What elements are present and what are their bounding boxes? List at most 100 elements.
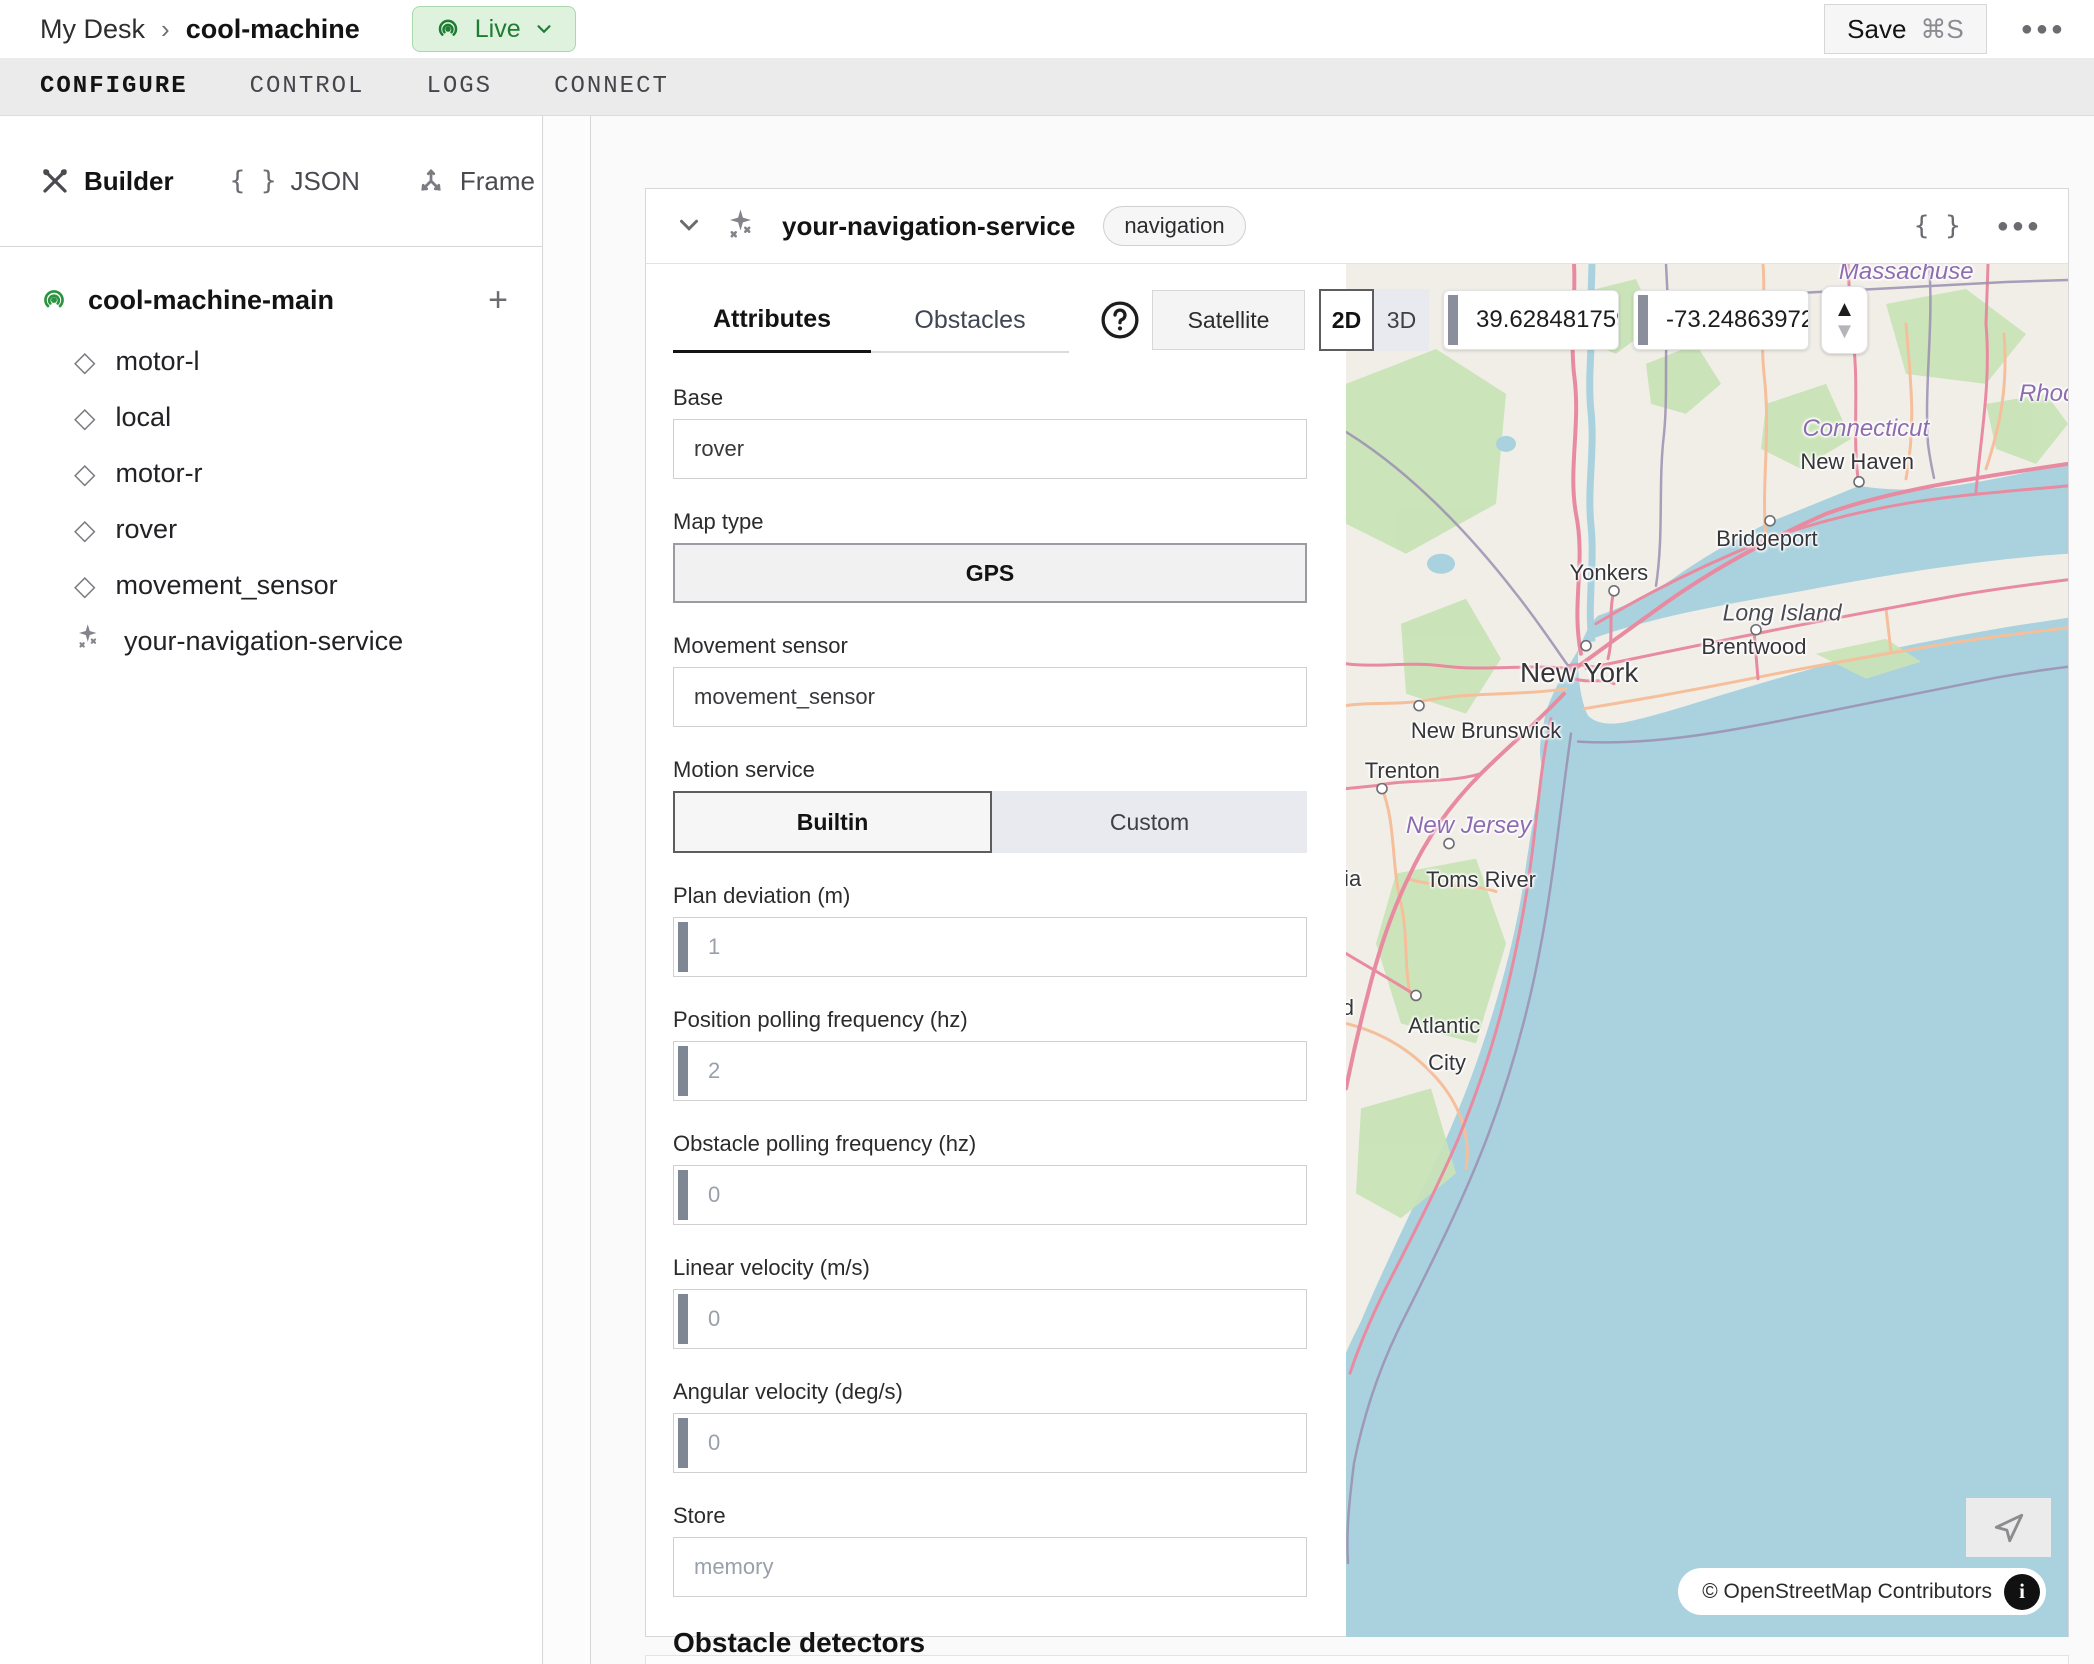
- map-place-label: Trenton: [1365, 758, 1440, 784]
- zoom-in-arrow-icon[interactable]: ▲: [1834, 298, 1856, 320]
- map-place-label: Rhode Island: [2019, 380, 2068, 408]
- main-tab[interactable]: CONFIGURE: [40, 73, 188, 100]
- longitude-input[interactable]: [1633, 290, 1809, 350]
- tree-item[interactable]: ◇ local: [0, 389, 542, 445]
- map-place-label: New Jersey: [1406, 812, 1531, 840]
- base-field: Base: [673, 385, 1308, 479]
- card-more-options-icon[interactable]: ●●●: [1997, 215, 2042, 238]
- tree-item[interactable]: ◇ movement_sensor: [0, 557, 542, 613]
- help-icon[interactable]: [1098, 298, 1142, 342]
- card-header: your-navigation-service navigation { } ●…: [646, 189, 2068, 264]
- obstacle-polling-input[interactable]: [673, 1165, 1307, 1225]
- angular-velocity-field: Angular velocity (deg/s): [673, 1379, 1308, 1473]
- machine-live-icon: [38, 284, 70, 316]
- motion-service-segmented: Builtin Custom: [673, 791, 1307, 853]
- topbar-actions: Save ⌘S ●●●: [1824, 4, 2066, 54]
- tree-item-label: local: [116, 402, 172, 433]
- plan-deviation-label: Plan deviation (m): [673, 883, 1308, 909]
- satellite-toggle-button[interactable]: Satellite: [1152, 290, 1305, 350]
- zoom-stepper[interactable]: ▲ ▼: [1821, 286, 1868, 354]
- longitude-field: [1633, 290, 1809, 350]
- map-place-label: Bridgeport: [1716, 526, 1818, 552]
- frame-axes-icon: [416, 166, 446, 196]
- map-attribution: © OpenStreetMap Contributors i: [1678, 1568, 2046, 1615]
- tree-item[interactable]: ◇ your-navigation-service: [0, 613, 542, 669]
- live-broadcast-icon: [433, 14, 463, 44]
- tree-item[interactable]: ◇ motor-l: [0, 333, 542, 389]
- tree-item[interactable]: ◇ rover: [0, 501, 542, 557]
- machine-part-tree: cool-machine-main + ◇ motor-l: [0, 247, 542, 669]
- view-tab[interactable]: { } Frame: [416, 166, 535, 197]
- map-labels-layer: MassachuseRhode IslandConnecticutNew Hav…: [1346, 264, 2068, 1637]
- map-place-label: Yonkers: [1569, 560, 1648, 586]
- panel-tab[interactable]: Attributes: [673, 289, 871, 353]
- angular-velocity-label: Angular velocity (deg/s): [673, 1379, 1308, 1405]
- view-tab[interactable]: { } Builder: [40, 166, 174, 197]
- movement-sensor-label: Movement sensor: [673, 633, 1308, 659]
- position-polling-label: Position polling frequency (hz): [673, 1007, 1308, 1033]
- component-diamond-icon: ◇: [74, 569, 96, 602]
- tree-item-label: your-navigation-service: [124, 626, 403, 657]
- card-body: Satellite 2D 3D ▲ ▼ AttributesObstacle: [646, 264, 2068, 1637]
- map-place-label: Vineland: [1346, 995, 1354, 1021]
- zoom-out-arrow-icon[interactable]: ▼: [1834, 320, 1856, 342]
- main-tab[interactable]: CONNECT: [554, 73, 669, 100]
- map-place-label: Philadelphia: [1346, 866, 1361, 892]
- store-field: Store: [673, 1503, 1308, 1597]
- collapse-chevron-icon[interactable]: [672, 209, 706, 243]
- tree-items: ◇ motor-l ◇: [0, 333, 542, 669]
- live-label: Live: [475, 15, 521, 44]
- tree-root-main-part[interactable]: cool-machine-main +: [0, 275, 542, 325]
- main-tabbar: CONFIGURE CONTROL LOGS CONNECT: [0, 58, 2094, 116]
- angular-velocity-input[interactable]: [673, 1413, 1307, 1473]
- main-tab[interactable]: LOGS: [426, 73, 492, 100]
- view-tab-label: Builder: [84, 166, 174, 197]
- custom-option[interactable]: Custom: [992, 791, 1307, 853]
- breadcrumb-separator-icon: ›: [161, 14, 170, 45]
- linear-velocity-input[interactable]: [673, 1289, 1307, 1349]
- latitude-input[interactable]: [1443, 290, 1619, 350]
- map-2d-button[interactable]: 2D: [1319, 289, 1374, 351]
- map-3d-button[interactable]: 3D: [1374, 289, 1429, 351]
- panel-tab[interactable]: Obstacles: [871, 289, 1069, 353]
- builtin-option[interactable]: Builtin: [673, 791, 992, 853]
- map-controls-row: Satellite 2D 3D ▲ ▼: [1098, 289, 1868, 351]
- attribution-text[interactable]: © OpenStreetMap Contributors: [1702, 1580, 1992, 1604]
- tree-item-label: rover: [116, 514, 178, 545]
- add-component-button[interactable]: +: [488, 283, 508, 317]
- save-button[interactable]: Save ⌘S: [1824, 4, 1987, 54]
- map-place-label: Connecticut: [1802, 415, 1929, 443]
- base-label: Base: [673, 385, 1308, 411]
- component-diamond-icon: ◇: [74, 457, 96, 490]
- base-input[interactable]: [673, 419, 1307, 479]
- plan-deviation-input[interactable]: [673, 917, 1307, 977]
- map-type-gps-button[interactable]: GPS: [673, 543, 1307, 603]
- save-shortcut: ⌘S: [1920, 14, 1963, 45]
- position-polling-input[interactable]: [673, 1041, 1307, 1101]
- movement-sensor-input[interactable]: [673, 667, 1307, 727]
- tree-item-label: motor-l: [116, 346, 200, 377]
- linear-velocity-field: Linear velocity (m/s): [673, 1255, 1308, 1349]
- motion-service-field: Motion service Builtin Custom: [673, 757, 1308, 853]
- recenter-button[interactable]: [1966, 1498, 2051, 1557]
- sidebar-resizer-handle[interactable]: [544, 116, 591, 1664]
- view-tab[interactable]: { } JSON: [230, 166, 360, 197]
- obstacle-polling-field: Obstacle polling frequency (hz): [673, 1131, 1308, 1225]
- info-icon[interactable]: i: [2004, 1574, 2040, 1610]
- json-braces-icon[interactable]: { }: [1914, 211, 1961, 241]
- live-status-dropdown[interactable]: Live: [412, 6, 576, 52]
- main-tab[interactable]: CONTROL: [250, 73, 365, 100]
- map-type-field: Map type GPS: [673, 509, 1308, 603]
- view-tab-label: Frame: [460, 166, 535, 197]
- navigation-service-card: your-navigation-service navigation { } ●…: [645, 188, 2069, 1637]
- store-input[interactable]: [673, 1537, 1307, 1597]
- tree-item[interactable]: ◇ motor-r: [0, 445, 542, 501]
- map-place-label: New Brunswick: [1411, 718, 1561, 744]
- service-title: your-navigation-service: [782, 211, 1075, 242]
- map-place-label: Massachuse: [1839, 264, 1974, 286]
- more-options-icon[interactable]: ●●●: [2021, 18, 2066, 41]
- component-diamond-icon: ◇: [74, 345, 96, 378]
- breadcrumb-root[interactable]: My Desk: [40, 14, 145, 45]
- navigation-map[interactable]: MassachuseRhode IslandConnecticutNew Hav…: [1346, 264, 2068, 1637]
- map-place-label: Long Island: [1723, 599, 1842, 626]
